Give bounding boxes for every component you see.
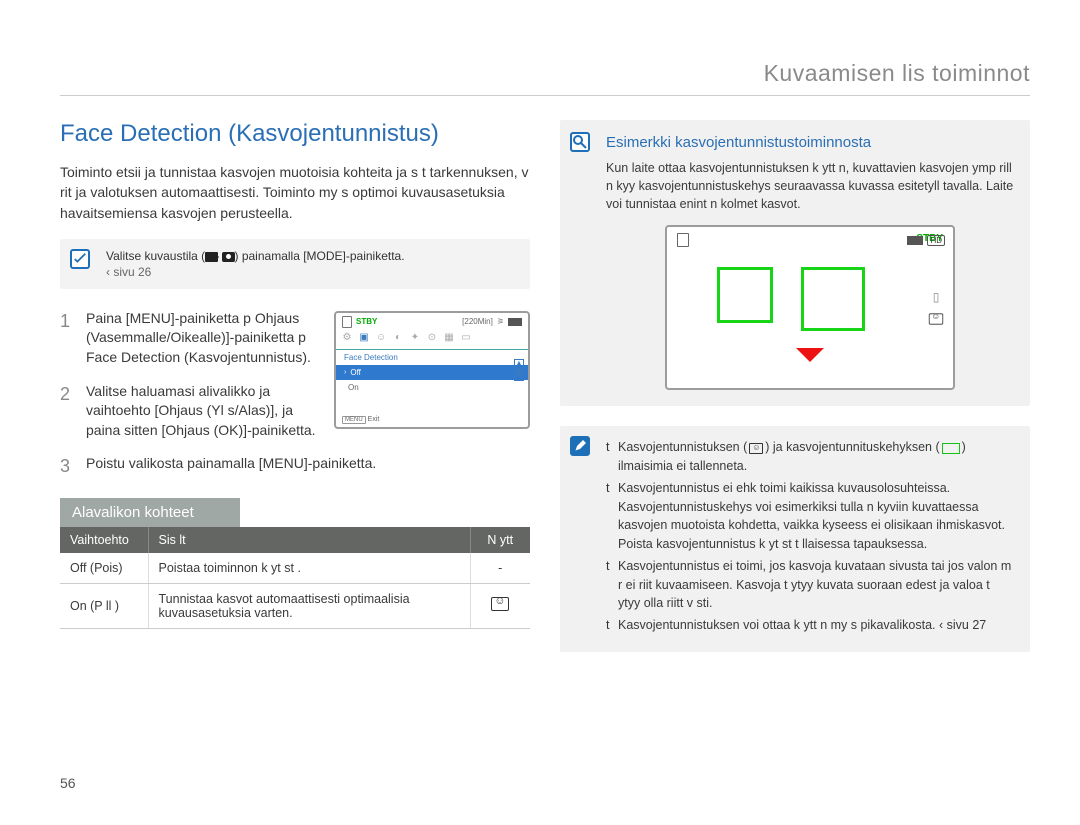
step-number: 2 xyxy=(60,382,74,441)
th-display: N ytt xyxy=(470,527,530,553)
camera-lcd-example: STBY HD ▯ xyxy=(665,225,955,390)
notes-callout: Kasvojentunnistuksen () ja kasvojentunni… xyxy=(560,426,1030,652)
intro-text: Toiminto etsii ja tunnistaa kasvojen muo… xyxy=(60,162,530,223)
menu-item: On xyxy=(336,380,528,395)
options-table: Vaihtoehto Sis lt N ytt Off (Pois) Poist… xyxy=(60,527,530,629)
th-content: Sis lt xyxy=(148,527,470,553)
page-title: Face Detection (Kasvojentunnistus) xyxy=(60,120,530,148)
opt-name: On (P ll ) xyxy=(60,583,148,628)
video-mode-icon xyxy=(205,252,218,262)
stby-indicator: STBY xyxy=(356,317,377,326)
menu-button-label: MENU xyxy=(342,416,366,424)
camera-lcd-screenshot: STBY [220Min] ⚞ ⚙▣☺◐✦⊙▦▭ Face Detection xyxy=(334,311,530,429)
battery-icon xyxy=(508,318,522,326)
photo-mode-icon xyxy=(222,252,235,262)
icon-tab-row: ⚙▣☺◐✦⊙▦▭ xyxy=(336,331,528,350)
battery-icon xyxy=(907,236,923,245)
face-detect-on-icon xyxy=(929,313,943,324)
example-text: Kun laite ottaa kasvojentunnistuksen k y… xyxy=(606,159,1014,213)
opt-desc: Poistaa toiminnon k yt st . xyxy=(148,553,470,584)
face-frame-icon xyxy=(942,443,960,454)
step-text: Poistu valikosta painamalla [MENU]-paini… xyxy=(86,454,376,479)
memory-card-icon xyxy=(677,233,689,247)
table-row: Off (Pois) Poistaa toiminnon k yt st . - xyxy=(60,553,530,584)
magnify-icon xyxy=(570,132,590,152)
page-number: 56 xyxy=(60,775,76,791)
zoom-wide-icon: ▯ xyxy=(933,290,940,304)
face-frame xyxy=(801,267,865,331)
step-1: 1 Paina [MENU]-painiketta p Ohjaus (Vase… xyxy=(60,309,316,368)
step-text: Valitse haluamasi alivalikko ja vaihtoeh… xyxy=(86,382,316,441)
exit-label: Exit xyxy=(368,416,380,423)
note-item: Kasvojentunnistus ei ehk toimi kaikissa … xyxy=(606,479,1014,554)
red-pointer-arrow-icon xyxy=(796,348,824,376)
mode-note-pageref: ‹ sivu 26 xyxy=(106,265,518,279)
breadcrumb: Kuvaamisen lis toiminnot xyxy=(60,60,1030,96)
minutes-remaining: [220Min] xyxy=(462,317,493,326)
step-text: Paina [MENU]-painiketta p Ohjaus (Vasemm… xyxy=(86,309,316,368)
note-item: Kasvojentunnistuksen voi ottaa k ytt n m… xyxy=(606,616,1014,635)
opt-disp: - xyxy=(470,553,530,584)
example-title: Esimerkki kasvojentunnistustoiminnosta xyxy=(606,134,1014,151)
note-item: Kasvojentunnistus ei toimi, jos kasvoja … xyxy=(606,557,1014,613)
face-detect-on-icon xyxy=(749,443,763,454)
face-detect-on-icon xyxy=(491,597,509,611)
opt-desc: Tunnistaa kasvot automaattisesti optimaa… xyxy=(148,583,470,628)
note-item: Kasvojentunnistuksen () ja kasvojentunni… xyxy=(606,438,1014,476)
step-2: 2 Valitse haluamasi alivalikko ja vaihto… xyxy=(60,382,316,441)
hd-badge: HD xyxy=(927,235,945,246)
pencil-note-icon xyxy=(570,436,590,456)
scroll-down-icon: ▼ xyxy=(514,371,524,381)
plug-icon: ⚞ xyxy=(497,317,504,326)
mode-select-note: Valitse kuvaustila ( ) painamalla [MODE]… xyxy=(60,239,530,289)
mode-note-text: Valitse kuvaustila ( ) painamalla [MODE]… xyxy=(106,249,518,263)
scroll-up-icon: ▲ xyxy=(514,359,524,369)
th-option: Vaihtoehto xyxy=(60,527,148,553)
menu-item-selected: Off xyxy=(336,365,528,380)
submenu-heading: Alavalikon kohteet xyxy=(60,498,240,527)
opt-name: Off (Pois) xyxy=(60,553,148,584)
memory-card-icon xyxy=(342,316,352,328)
example-callout: Esimerkki kasvojentunnistustoiminnosta K… xyxy=(560,120,1030,406)
face-frame xyxy=(717,267,773,323)
opt-disp xyxy=(470,583,530,628)
menu-heading: Face Detection xyxy=(336,350,528,365)
step-number: 3 xyxy=(60,454,74,479)
table-row: On (P ll ) Tunnistaa kasvot automaattise… xyxy=(60,583,530,628)
checklist-icon xyxy=(70,249,90,269)
step-number: 1 xyxy=(60,309,74,368)
step-3: 3 Poistu valikosta painamalla [MENU]-pai… xyxy=(60,454,530,479)
